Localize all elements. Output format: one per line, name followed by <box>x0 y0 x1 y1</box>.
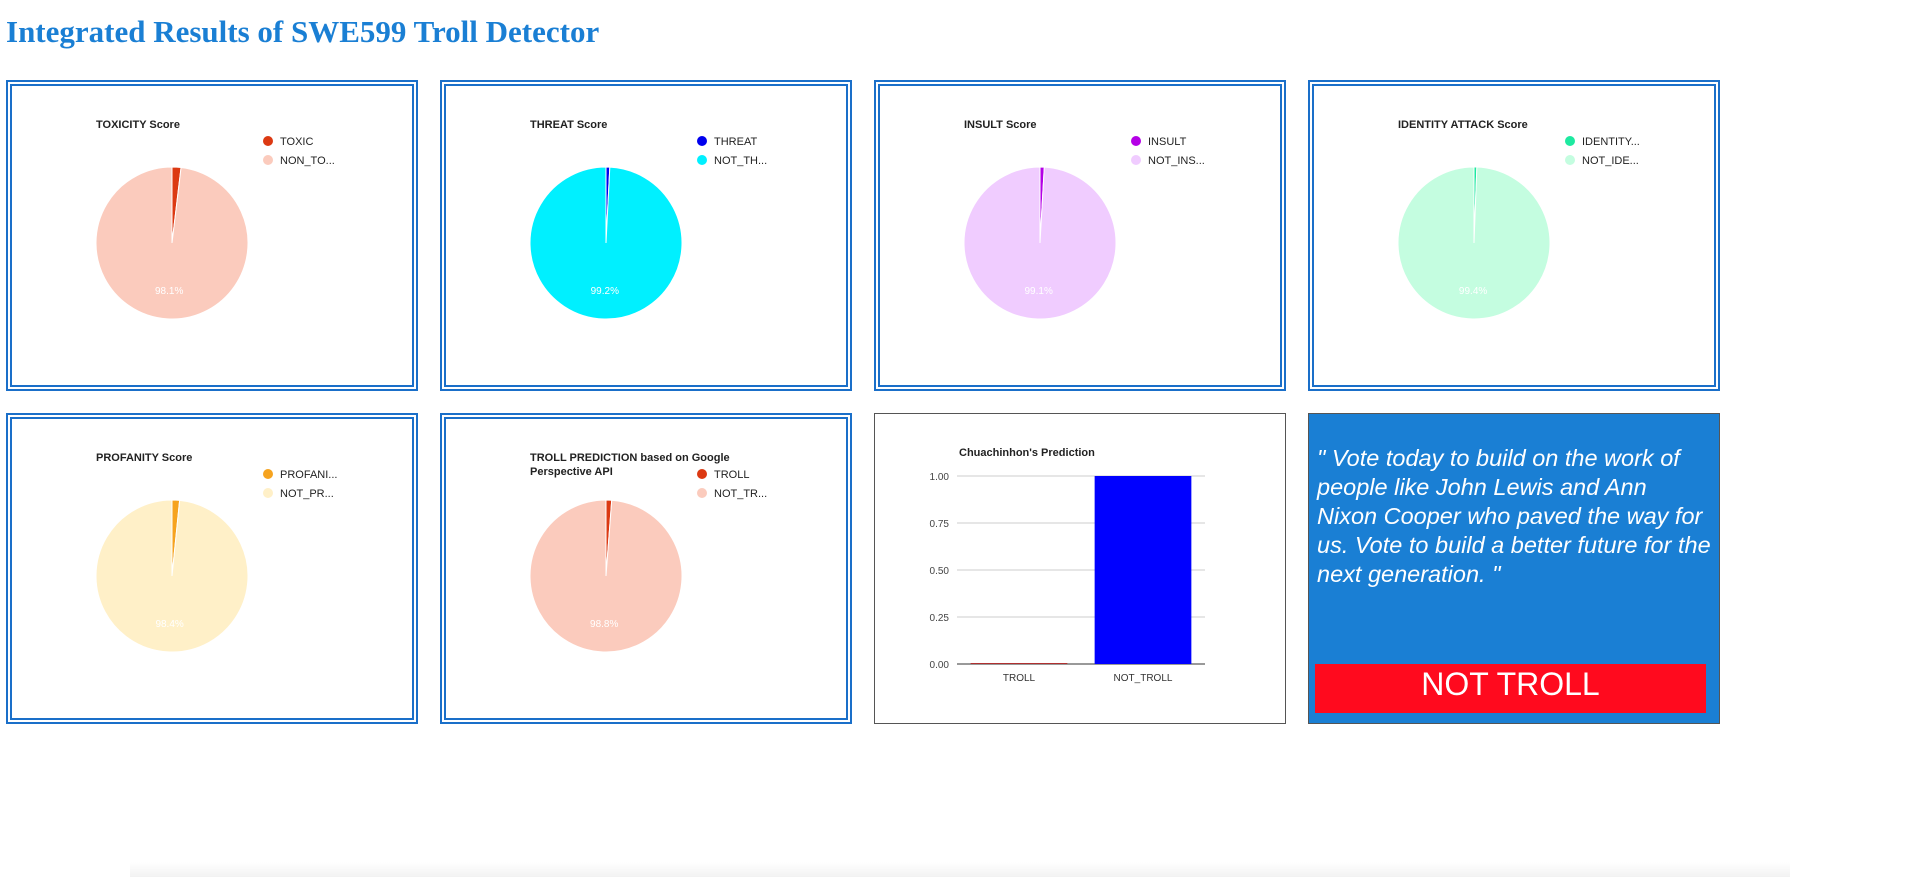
identity-attack-pie-chart: IDENTITY ATTACK Score 99.4% IDENTITY... NOT… <box>1397 119 1640 320</box>
legend-swatch <box>263 488 273 498</box>
tweet-quote-text: " Vote today to build on the work of peo… <box>1317 445 1711 587</box>
legend-swatch <box>263 155 273 165</box>
legend-label[interactable]: NON_TO... <box>280 155 335 167</box>
legend-label[interactable]: IDENTITY... <box>1582 136 1640 148</box>
x-tick-label: NOT_TROLL <box>1114 673 1173 684</box>
chart-title: PROFANITY Score <box>96 452 192 464</box>
legend-swatch <box>697 136 707 146</box>
y-tick-label: 0.75 <box>930 519 950 530</box>
y-tick-label: 1.00 <box>930 472 950 483</box>
troll-prediction-chart-panel: TROLL PREDICTION based on Google Perspect… <box>440 413 852 724</box>
threat-pie-chart: THREAT Score 99.2% THREAT NOT_TH... <box>529 119 767 320</box>
chart-title: IDENTITY ATTACK Score <box>1398 119 1528 131</box>
chuachinhon-bar-chart: Chuachinhon's Prediction 0.00 0.25 0.50 0.75… <box>930 447 1205 684</box>
tweet-result-panel: " Vote today to build on the work of peo… <box>1308 413 1720 724</box>
page-title: Integrated Results of SWE599 Troll Detec… <box>6 14 600 49</box>
legend-swatch <box>1565 155 1575 165</box>
legend-swatch <box>697 469 707 479</box>
verdict-badge: NOT TROLL <box>1315 664 1706 713</box>
chuachinhon-prediction-panel: Chuachinhon's Prediction 0.00 0.25 0.50 0.75… <box>874 413 1286 724</box>
chart-title: TROLL PREDICTION based on Google <box>530 452 730 464</box>
legend-swatch <box>263 469 273 479</box>
identity-attack-chart-panel: IDENTITY ATTACK Score 99.4% IDENTITY... NOT… <box>1308 80 1720 391</box>
chart-title: THREAT Score <box>530 119 607 131</box>
legend-label[interactable]: PROFANI... <box>280 469 337 481</box>
y-tick-label: 0.00 <box>930 660 950 671</box>
legend-swatch <box>697 488 707 498</box>
slice-percent-label: 99.4% <box>1459 286 1487 297</box>
profanity-chart-panel: PROFANITY Score 98.4% PROFANI... NOT_PR... <box>6 413 418 724</box>
legend-swatch <box>1131 155 1141 165</box>
slice-percent-label: 99.1% <box>1024 286 1052 297</box>
y-tick-label: 0.50 <box>930 566 950 577</box>
toxicity-chart-panel: TOXICITY Score 98.1% TOXIC NON_TO... <box>6 80 418 391</box>
slice-percent-label: 99.2% <box>591 286 619 297</box>
bar-troll <box>970 663 1068 664</box>
legend-swatch <box>697 155 707 165</box>
legend-label[interactable]: NOT_TR... <box>714 488 767 500</box>
legend-label[interactable]: TROLL <box>714 469 749 481</box>
bottom-shadow <box>130 862 1790 877</box>
legend-label[interactable]: TOXIC <box>280 136 313 148</box>
legend-label[interactable]: NOT_IDE... <box>1582 155 1639 167</box>
legend-swatch <box>1565 136 1575 146</box>
legend-label[interactable]: INSULT <box>1148 136 1187 148</box>
legend-label[interactable]: THREAT <box>714 136 757 148</box>
slice-percent-label: 98.8% <box>590 619 618 630</box>
troll-prediction-pie-chart: TROLL PREDICTION based on Google Perspect… <box>529 452 767 653</box>
legend-label[interactable]: NOT_TH... <box>714 155 767 167</box>
legend-label[interactable]: NOT_INS... <box>1148 155 1205 167</box>
chart-title: INSULT Score <box>964 119 1037 131</box>
bar-not-troll <box>1094 476 1192 664</box>
slice-percent-label: 98.4% <box>155 619 183 630</box>
chart-title: Perspective API <box>530 466 613 478</box>
insult-pie-chart: INSULT Score 99.1% INSULT NOT_INS... <box>963 119 1205 320</box>
legend-label[interactable]: NOT_PR... <box>280 488 334 500</box>
insult-chart-panel: INSULT Score 99.1% INSULT NOT_INS... <box>874 80 1286 391</box>
legend-swatch <box>263 136 273 146</box>
slice-percent-label: 98.1% <box>155 286 183 297</box>
profanity-pie-chart: PROFANITY Score 98.4% PROFANI... NOT_PR... <box>95 452 337 653</box>
x-tick-label: TROLL <box>1003 673 1036 684</box>
toxicity-pie-chart: TOXICITY Score 98.1% TOXIC NON_TO... <box>95 119 335 320</box>
y-tick-label: 0.25 <box>930 613 950 624</box>
chart-title: TOXICITY Score <box>96 119 180 131</box>
threat-chart-panel: THREAT Score 99.2% THREAT NOT_TH... <box>440 80 852 391</box>
chart-title: Chuachinhon's Prediction <box>959 447 1095 459</box>
legend-swatch <box>1131 136 1141 146</box>
